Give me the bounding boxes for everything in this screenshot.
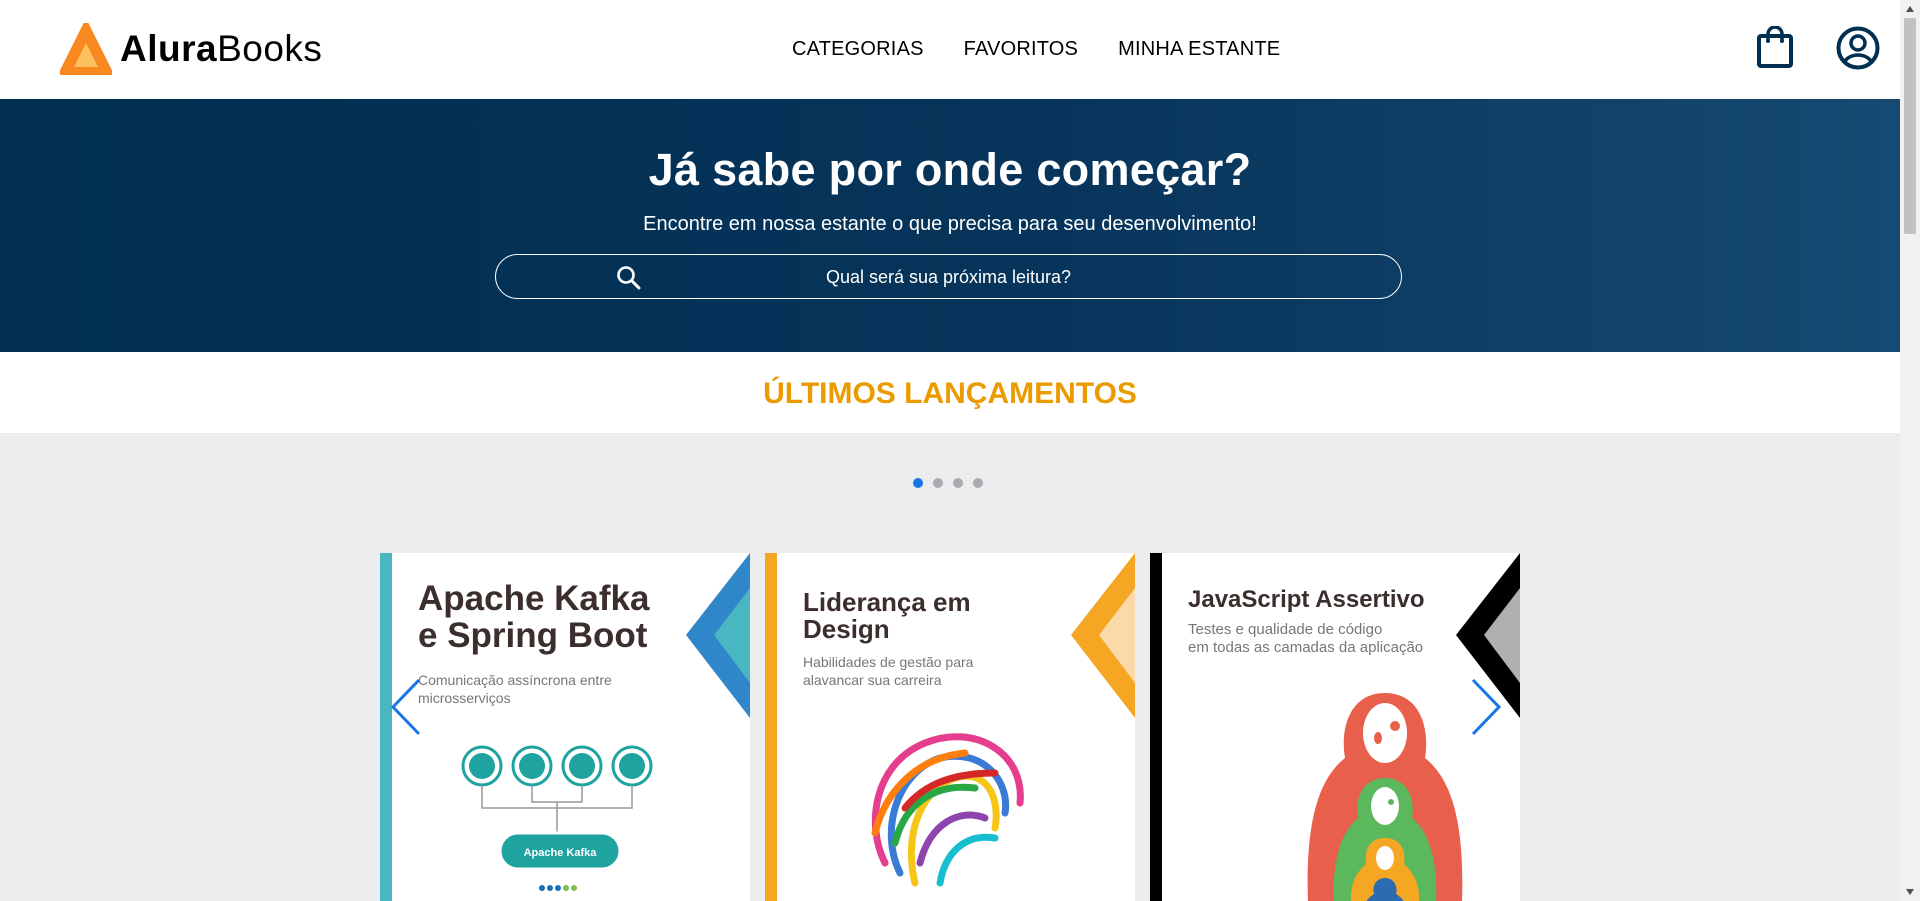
- book-title-line-1: JavaScript Assertivo: [1188, 586, 1425, 613]
- releases-carousel: Apache Kafka e Spring Boot Comunicação a…: [0, 433, 1900, 901]
- book-spine: [1150, 553, 1162, 901]
- carousel-dot-4[interactable]: [973, 478, 983, 488]
- scrollbar-thumb[interactable]: [1904, 18, 1916, 234]
- book-card-javascript-assertivo[interactable]: JavaScript Assertivo Testes e qualidade …: [1150, 553, 1520, 901]
- book-subtitle: Habilidades de gestão para alavancar sua…: [803, 653, 1063, 689]
- book-title: JavaScript Assertivo: [1188, 587, 1488, 612]
- scroll-down-arrow-icon[interactable]: [1905, 887, 1915, 897]
- user-icon[interactable]: [1836, 26, 1880, 70]
- nav-favoritos[interactable]: FAVORITOS: [964, 35, 1078, 63]
- carousel-next-arrow-icon[interactable]: [1470, 678, 1502, 736]
- releases-title: ÚLTIMOS LANÇAMENTOS: [763, 377, 1137, 410]
- main-nav: CATEGORIAS FAVORITOS MINHA ESTANTE: [792, 35, 1320, 63]
- shopping-bag-icon[interactable]: [1757, 26, 1793, 68]
- cover-chevron-icon: [686, 553, 750, 718]
- hero-title: Já sabe por onde começar?: [648, 144, 1252, 195]
- book-title: Liderança em Design: [803, 587, 1063, 645]
- carousel-pagination: [913, 478, 983, 488]
- page-scrollbar[interactable]: [1900, 0, 1920, 901]
- book-title-line-1: Apache Kafka: [418, 579, 650, 618]
- book-title-line-1: Liderança em: [803, 587, 971, 617]
- logo-text-books: Books: [217, 28, 323, 69]
- hero-subtitle: Encontre em nossa estante o que precisa …: [643, 213, 1257, 235]
- logo-text: AluraBooks: [120, 22, 322, 76]
- carousel-dot-2[interactable]: [933, 478, 943, 488]
- hero-banner: Já sabe por onde começar? Encontre em no…: [0, 99, 1900, 352]
- cover-chevron-icon: [1071, 553, 1135, 718]
- top-header: AluraBooks CATEGORIAS FAVORITOS MINHA ES…: [0, 0, 1900, 99]
- book-title-line-2: Design: [803, 614, 890, 645]
- colorful-head-illustration: [871, 733, 1024, 887]
- book-spine: [765, 553, 777, 901]
- book-subtitle-line-1: Testes e qualidade de código: [1188, 621, 1383, 638]
- book-subtitle-line-1: Habilidades de gestão para: [803, 654, 974, 670]
- book-subtitle: Comunicação assíncrona entre microsservi…: [418, 672, 612, 706]
- carousel-dot-3[interactable]: [953, 478, 963, 488]
- book-subtitle: Testes e qualidade de código em todas as…: [1188, 621, 1488, 657]
- carousel-prev-arrow-icon[interactable]: [390, 678, 422, 736]
- logo-text-alura: Alura: [120, 28, 218, 69]
- book-card-lideranca-em-design[interactable]: Liderança em Design Habilidades de gestã…: [765, 553, 1135, 901]
- book-title-line-2: e Spring Boot: [418, 615, 648, 655]
- kafka-diagram-label: Apache Kafka: [524, 847, 598, 859]
- book-title: Apache Kafka e Spring Boot: [418, 579, 678, 655]
- logo-triangle-icon: [60, 23, 112, 75]
- releases-header: ÚLTIMOS LANÇAMENTOS: [0, 352, 1900, 433]
- alurabooks-logo[interactable]: AluraBooks: [60, 22, 322, 76]
- search-icon: [617, 266, 641, 290]
- kafka-diagram-illustration: Apache Kafka: [461, 745, 653, 891]
- book-card-apache-kafka[interactable]: Apache Kafka e Spring Boot Comunicação a…: [380, 553, 750, 901]
- book-subtitle-line-2: em todas as camadas da aplicação: [1188, 639, 1424, 656]
- scroll-up-arrow-icon[interactable]: [1905, 4, 1915, 14]
- matryoshka-doll-illustration: [1307, 693, 1463, 901]
- search-bar: [495, 254, 1403, 300]
- book-subtitle-line-2: alavancar sua carreira: [803, 672, 942, 688]
- nav-categorias[interactable]: CATEGORIAS: [792, 35, 924, 63]
- carousel-dot-1[interactable]: [913, 478, 923, 488]
- nav-minha-estante[interactable]: MINHA ESTANTE: [1118, 35, 1280, 63]
